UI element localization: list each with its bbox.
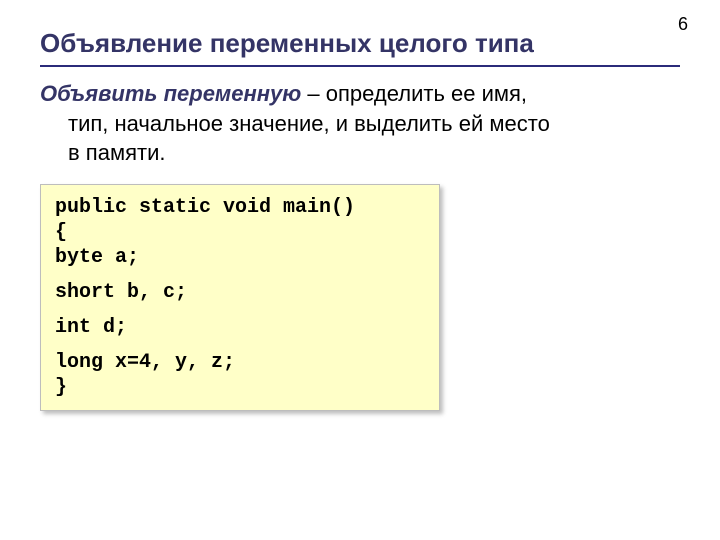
code-line: { [55, 220, 425, 245]
definition-term: Объявить переменную [40, 81, 301, 106]
page-title: Объявление переменных целого типа [40, 28, 680, 67]
code-line: long x=4, y, z; [55, 350, 425, 375]
definition-line2: тип, начальное значение, и выделить ей м… [40, 109, 680, 139]
code-line: int d; [55, 315, 425, 340]
definition-line1-rest: определить ее имя, [326, 81, 527, 106]
definition-paragraph: Объявить переменную – определить ее имя,… [40, 79, 680, 168]
code-line: } [55, 375, 425, 400]
code-line: short b, c; [55, 280, 425, 305]
definition-line3: в памяти. [40, 138, 680, 168]
page-number: 6 [678, 14, 688, 35]
code-block: public static void main() { byte a; shor… [40, 184, 440, 411]
code-line: public static void main() [55, 195, 425, 220]
definition-dash: – [301, 81, 325, 106]
code-line: byte a; [55, 245, 425, 270]
